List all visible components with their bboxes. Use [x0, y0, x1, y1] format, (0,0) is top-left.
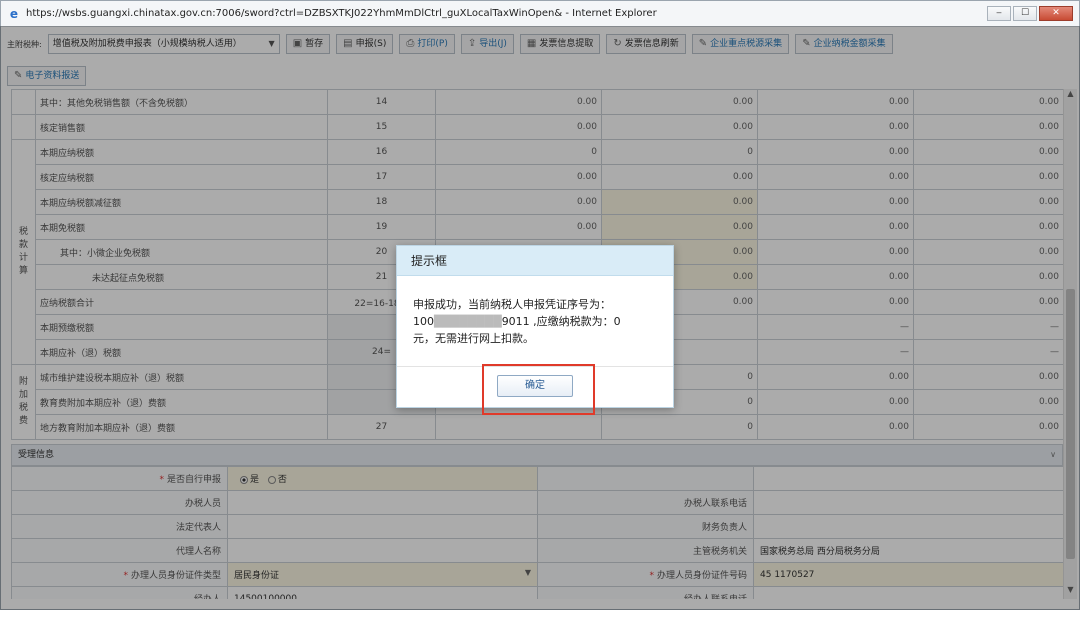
masked-serial: ████████: [434, 315, 502, 328]
dialog-title: 提示框: [397, 246, 673, 276]
maximize-button[interactable]: ☐: [1013, 6, 1037, 21]
close-button[interactable]: ✕: [1039, 6, 1073, 21]
title-bar: e https://wsbs.guangxi.chinatax.gov.cn:7…: [1, 1, 1079, 27]
window-controls: ‒ ☐ ✕: [987, 6, 1073, 21]
dialog-message-line-2: 100████████9011 ,应缴纳税款为：0: [413, 315, 621, 328]
internet-explorer-icon: e: [9, 6, 19, 21]
minimize-button[interactable]: ‒: [987, 6, 1011, 21]
dialog-message-line-3: 元，无需进行网上扣款。: [413, 332, 534, 345]
dialog-message-line-1: 申报成功，当前纳税人申报凭证序号为：: [413, 298, 611, 311]
dialog-message: 申报成功，当前纳税人申报凭证序号为： 100████████9011 ,应缴纳税…: [397, 276, 673, 366]
window-title: https://wsbs.guangxi.chinatax.gov.cn:700…: [26, 8, 657, 19]
red-highlight-box: [482, 364, 595, 415]
